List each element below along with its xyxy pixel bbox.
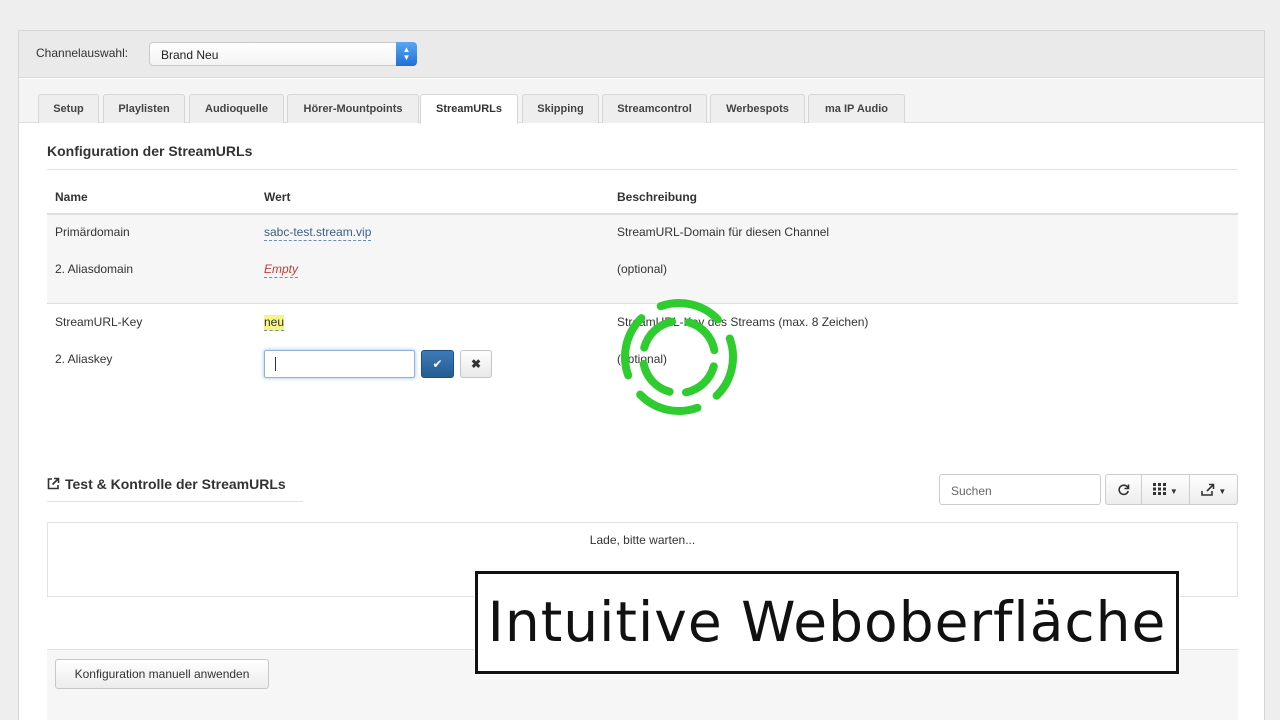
row-name: StreamURL-Key (55, 315, 143, 329)
select-arrows-icon: ▲ ▼ (396, 42, 417, 66)
refresh-icon (1118, 484, 1130, 496)
row-description: (optional) (617, 262, 668, 276)
primary-domain-value[interactable]: sabc-test.stream.vip (264, 225, 372, 241)
loading-text: Lade, bitte warten... (589, 533, 696, 547)
search-placeholder: Suchen (951, 484, 992, 498)
external-link-icon (47, 477, 60, 490)
row-name: Primärdomain (55, 225, 130, 239)
divider (47, 169, 1238, 170)
export-icon (1200, 483, 1215, 496)
test-section-title-text: Test & Kontrolle der StreamURLs (65, 476, 286, 492)
test-section-title: Test & Kontrolle der StreamURLs (47, 476, 286, 492)
tab-bar: Setup Playlisten Audioquelle Hörer-Mount… (19, 79, 1264, 124)
channel-select[interactable]: Brand Neu ▲ ▼ (149, 42, 417, 66)
caret-down-icon: ▼ (1218, 487, 1227, 496)
tab-ma-ip-audio[interactable]: ma IP Audio (808, 94, 905, 123)
column-header-value: Wert (264, 190, 291, 204)
loading-spinner-icon (621, 299, 737, 415)
row-name: 2. Aliasdomain (55, 262, 134, 276)
alias-key-input[interactable] (264, 350, 415, 378)
tab-skipping[interactable]: Skipping (522, 94, 599, 123)
alias-domain-value[interactable]: Empty (264, 262, 299, 278)
row-name: 2. Aliaskey (55, 352, 113, 366)
tab-setup[interactable]: Setup (38, 94, 99, 123)
channel-select-value: Brand Neu (161, 48, 219, 62)
columns-icon (1153, 483, 1167, 495)
table-toolbar: ▼ ▼ (1105, 474, 1238, 505)
tab-audioquelle[interactable]: Audioquelle (189, 94, 284, 123)
divider (47, 501, 303, 502)
caption-text: Intuitive Weboberfläche (487, 590, 1167, 654)
channel-label: Channelauswahl: (36, 46, 129, 60)
tab-werbespots[interactable]: Werbespots (710, 94, 805, 123)
column-header-name: Name (55, 190, 88, 204)
tab-playlisten[interactable]: Playlisten (103, 94, 185, 123)
cancel-button[interactable]: ✖ (460, 350, 492, 378)
text-caret (275, 357, 276, 371)
tab-hoerer-mountpoints[interactable]: Hörer-Mountpoints (287, 94, 419, 123)
apply-configuration-button[interactable]: Konfiguration manuell anwenden (55, 659, 269, 689)
search-input[interactable]: Suchen (939, 474, 1101, 505)
caret-down-icon: ▼ (1169, 487, 1178, 496)
tab-streamcontrol[interactable]: Streamcontrol (602, 94, 707, 123)
save-button[interactable]: ✔ (421, 350, 454, 378)
refresh-button[interactable] (1106, 475, 1141, 504)
row-description: StreamURL-Domain für diesen Channel (617, 225, 830, 239)
column-header-description: Beschreibung (617, 190, 698, 204)
columns-dropdown-button[interactable]: ▼ (1141, 475, 1189, 504)
channel-bar: Channelauswahl: Brand Neu ▲ ▼ (19, 31, 1264, 78)
tab-streamurls[interactable]: StreamURLs (420, 94, 518, 124)
export-dropdown-button[interactable]: ▼ (1189, 475, 1237, 504)
config-title: Konfiguration der StreamURLs (47, 143, 253, 159)
streamurl-key-value[interactable]: neu (264, 315, 285, 331)
check-icon: ✔ (432, 357, 443, 371)
caption-overlay: Intuitive Weboberfläche (475, 571, 1179, 674)
close-icon: ✖ (470, 357, 482, 371)
